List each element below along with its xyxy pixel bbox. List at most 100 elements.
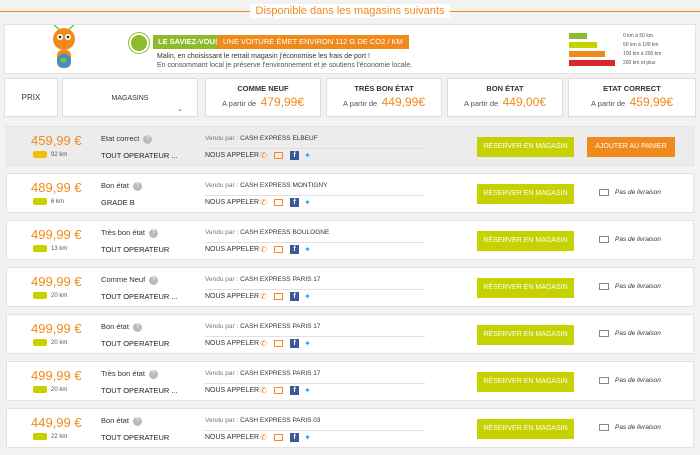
chevron-down-icon: ⌄ [177,106,183,113]
mail-icon[interactable] [274,434,283,441]
call-us-label[interactable]: NOUS APPELER [205,340,259,347]
facebook-icon[interactable]: f [290,433,299,442]
offer-row: 499,99 € 20 km Bon état? TOUT OPERATEUR Vend… [6,314,694,354]
phone-icon[interactable]: ✆ [259,198,268,207]
facebook-icon[interactable]: f [290,339,299,348]
help-icon[interactable]: ? [148,228,158,238]
offer-condition: Bon état? [101,416,142,426]
no-delivery-text: Pas de livraison [615,283,661,291]
twitter-icon[interactable]: ✦ [303,292,312,301]
scale-label-4: 200 km et plus [623,60,656,66]
stores-dropdown-label: MAGASINS [111,95,149,102]
help-icon[interactable]: ? [132,181,142,191]
phone-icon[interactable]: ✆ [259,386,268,395]
divider [205,289,425,290]
offer-condition: Très bon état? [101,228,158,238]
store-name[interactable]: CASH EXPRESS PARIS 17 [240,276,320,283]
filter-etat-correct[interactable]: ETAT CORRECT A partir de 459,99€ [568,78,696,117]
truck-crossed-icon [599,189,609,196]
sold-by: Vendu par : CASH EXPRESS PARIS 17 [205,276,321,283]
twitter-icon[interactable]: ✦ [303,198,312,207]
offer-distance: 20 km [33,386,67,393]
no-delivery: Pas de livraison [599,236,661,243]
phone-icon[interactable]: ✆ [259,245,268,254]
mail-icon[interactable] [274,246,283,253]
mail-icon[interactable] [274,152,283,159]
store-name[interactable]: CASH EXPRESS MONTIGNY [240,182,327,189]
store-name[interactable]: CASH EXPRESS BOULOGNE [240,229,329,236]
divider [205,336,425,337]
store-name[interactable]: CASH EXPRESS PARIS 03 [240,417,320,424]
help-icon[interactable]: ? [132,416,142,426]
price-column-header[interactable]: PRIX [4,78,58,117]
no-delivery: Pas de livraison [599,283,661,290]
no-delivery-text: Pas de livraison [615,189,661,197]
phone-icon[interactable]: ✆ [259,433,268,442]
facebook-icon[interactable]: f [290,198,299,207]
sold-by-label: Vendu par : [205,370,239,377]
call-us-label[interactable]: NOUS APPELER [205,387,259,394]
distance-scale: 0 km à 50 km 50 km à 100 km 100 km à 200… [569,30,681,70]
filter-tres-bon-etat[interactable]: TRÈS BON ÉTAT A partir de 449,99€ [326,78,442,117]
offer-price: 499,99 € [31,274,82,289]
truck-crossed-icon [599,424,609,431]
facebook-icon[interactable]: f [290,386,299,395]
bike-icon [33,292,47,299]
sold-by: Vendu par : CASH EXPRESS BOULOGNE [205,229,329,236]
offer-price: 499,99 € [31,321,82,336]
condition-label: TRÈS BON ÉTAT [354,84,414,93]
reserve-in-store-button[interactable]: RÉSERVER EN MAGASIN [477,184,574,204]
bike-icon [33,198,47,205]
condition-text: Comme Neuf [101,275,146,284]
store-name[interactable]: CASH EXPRESS ELBEUF [240,135,318,142]
call-us-label[interactable]: NOUS APPELER [205,152,259,159]
truck-crossed-icon [599,236,609,243]
call-us-label[interactable]: NOUS APPELER [205,199,259,206]
facebook-icon[interactable]: f [290,151,299,160]
help-icon[interactable]: ? [149,275,159,285]
help-icon[interactable]: ? [132,322,142,332]
reserve-in-store-button[interactable]: RÉSERVER EN MAGASIN [477,278,574,298]
store-name[interactable]: CASH EXPRESS PARIS 17 [240,370,320,377]
twitter-icon[interactable]: ✦ [303,151,312,160]
from-price: 479,99€ [260,95,305,109]
call-us-label[interactable]: NOUS APPELER [205,293,259,300]
twitter-icon[interactable]: ✦ [303,386,312,395]
scale-bar-3 [569,51,605,57]
filter-bon-etat[interactable]: BON ÉTAT A partir de 449,00€ [447,78,563,117]
phone-icon[interactable]: ✆ [259,151,268,160]
facebook-icon[interactable]: f [290,245,299,254]
phone-icon[interactable]: ✆ [259,292,268,301]
twitter-icon[interactable]: ✦ [303,433,312,442]
condition-text: Très bon état [101,228,145,237]
call-us-label[interactable]: NOUS APPELER [205,434,259,441]
help-icon[interactable]: ? [143,134,153,144]
phone-icon[interactable]: ✆ [259,339,268,348]
twitter-icon[interactable]: ✦ [303,245,312,254]
from-label: A partir de [221,99,257,108]
help-icon[interactable]: ? [148,369,158,379]
mail-icon[interactable] [274,340,283,347]
reserve-in-store-button[interactable]: RÉSERVER EN MAGASIN [477,419,574,439]
filter-comme-neuf[interactable]: COMME NEUF A partir de 479,99€ [205,78,321,117]
sold-by-label: Vendu par : [205,229,239,236]
reserve-in-store-button[interactable]: RÉSERVER EN MAGASIN [477,325,574,345]
offer-row: 459,99 € 92 km Etat correct? TOUT OPERATEUR… [6,126,694,166]
scale-bar-1 [569,33,587,39]
from-price: 449,99€ [381,95,426,109]
leaf-icon [129,33,149,53]
from-label: A partir de [463,99,499,108]
twitter-icon[interactable]: ✦ [303,339,312,348]
reserve-in-store-button[interactable]: RÉSERVER EN MAGASIN [477,231,574,251]
facebook-icon[interactable]: f [290,292,299,301]
mail-icon[interactable] [274,199,283,206]
sold-by: Vendu par : CASH EXPRESS ELBEUF [205,135,318,142]
stores-dropdown[interactable]: MAGASINS ⌄ [62,78,198,117]
call-us-label[interactable]: NOUS APPELER [205,246,259,253]
reserve-in-store-button[interactable]: RÉSERVER EN MAGASIN [477,137,574,157]
reserve-in-store-button[interactable]: RÉSERVER EN MAGASIN [477,372,574,392]
mail-icon[interactable] [274,387,283,394]
mail-icon[interactable] [274,293,283,300]
add-to-cart-button[interactable]: AJOUTER AU PANIER [587,137,675,157]
store-name[interactable]: CASH EXPRESS PARIS 17 [240,323,320,330]
